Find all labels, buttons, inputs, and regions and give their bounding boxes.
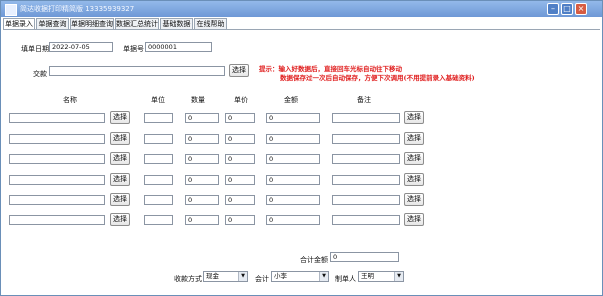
row-6-note-field[interactable]	[332, 215, 400, 225]
date-field[interactable]: 2022-07-05	[49, 42, 113, 52]
row-1-amount-field[interactable]: 0	[266, 113, 320, 123]
minimize-icon[interactable]: –	[547, 3, 559, 15]
row-5-amount-field[interactable]: 0	[266, 195, 320, 205]
doc-no-label: 单据号	[123, 45, 144, 53]
row-3-note-select-button[interactable]: 选择	[404, 152, 424, 165]
header-note: 备注	[357, 96, 371, 104]
row-1-unit-field[interactable]	[144, 113, 173, 123]
tab-divider	[3, 29, 600, 30]
row-2-name-field[interactable]	[9, 134, 105, 144]
row-4-note-field[interactable]	[332, 175, 400, 185]
row-2-amount-field[interactable]: 0	[266, 134, 320, 144]
row-1-note-select-button[interactable]: 选择	[404, 111, 424, 124]
accountant-label: 会计	[255, 275, 269, 283]
row-2-name-select-button[interactable]: 选择	[110, 132, 130, 145]
tab-query[interactable]: 单据查询	[36, 18, 69, 29]
row-5-name-select-button[interactable]: 选择	[110, 193, 130, 206]
tip-line-2: 数据保存过一次后自动保存，方便下次调用(不用提前录入基础资料)	[280, 74, 475, 82]
header-unit: 单位	[151, 96, 165, 104]
pay-method-select[interactable]: 现金 ▼	[203, 271, 248, 282]
row-6-qty-field[interactable]: 0	[185, 215, 219, 225]
tab-detail-query[interactable]: 单据明细查询	[70, 18, 114, 29]
row-2-unit-field[interactable]	[144, 134, 173, 144]
row-4-amount-field[interactable]: 0	[266, 175, 320, 185]
row-6-unit-field[interactable]	[144, 215, 173, 225]
row-6-name-select-button[interactable]: 选择	[110, 213, 130, 226]
row-6-name-field[interactable]	[9, 215, 105, 225]
window-title: 简达收据打印精简版 13335939327	[20, 5, 135, 13]
row-5-unit-field[interactable]	[144, 195, 173, 205]
row-3-price-field[interactable]: 0	[225, 154, 255, 164]
accountant-select[interactable]: 小李 ▼	[271, 271, 329, 282]
payer-label: 交款	[33, 70, 47, 78]
close-icon[interactable]: ×	[575, 3, 587, 15]
chevron-down-icon: ▼	[238, 272, 247, 281]
row-1-price-field[interactable]: 0	[225, 113, 255, 123]
row-3-name-select-button[interactable]: 选择	[110, 152, 130, 165]
row-6-price-field[interactable]: 0	[225, 215, 255, 225]
header-price: 单价	[234, 96, 248, 104]
row-4-price-field[interactable]: 0	[225, 175, 255, 185]
chevron-down-icon: ▼	[394, 272, 403, 281]
row-4-name-field[interactable]	[9, 175, 105, 185]
payer-field[interactable]	[49, 66, 225, 76]
total-amount-field[interactable]: 0	[330, 252, 399, 262]
row-1-note-field[interactable]	[332, 113, 400, 123]
row-1-qty-field[interactable]: 0	[185, 113, 219, 123]
row-4-unit-field[interactable]	[144, 175, 173, 185]
row-2-qty-field[interactable]: 0	[185, 134, 219, 144]
row-3-amount-field[interactable]: 0	[266, 154, 320, 164]
doc-no-field[interactable]: 0000001	[145, 42, 212, 52]
maker-select[interactable]: 王明 ▼	[358, 271, 404, 282]
pay-method-label: 收款方式	[174, 275, 202, 283]
row-1-name-select-button[interactable]: 选择	[110, 111, 130, 124]
row-4-name-select-button[interactable]: 选择	[110, 173, 130, 186]
row-5-qty-field[interactable]: 0	[185, 195, 219, 205]
row-2-note-select-button[interactable]: 选择	[404, 132, 424, 145]
row-3-name-field[interactable]	[9, 154, 105, 164]
row-1-name-field[interactable]	[9, 113, 105, 123]
row-5-price-field[interactable]: 0	[225, 195, 255, 205]
total-label: 合计金额	[300, 256, 328, 264]
row-6-amount-field[interactable]: 0	[266, 215, 320, 225]
row-5-note-select-button[interactable]: 选择	[404, 193, 424, 206]
maker-value: 王明	[361, 272, 374, 280]
row-2-price-field[interactable]: 0	[225, 134, 255, 144]
maximize-icon[interactable]: □	[561, 3, 573, 15]
title-bar: 简达收据打印精简版 13335939327 – □ ×	[1, 1, 602, 17]
row-5-name-field[interactable]	[9, 195, 105, 205]
row-4-qty-field[interactable]: 0	[185, 175, 219, 185]
header-qty: 数量	[191, 96, 205, 104]
payer-select-button[interactable]: 选择	[229, 64, 249, 77]
date-label: 填单日期	[21, 45, 49, 53]
accountant-value: 小李	[274, 272, 287, 280]
tab-basic-data[interactable]: 基础数据	[160, 18, 193, 29]
tab-summary[interactable]: 数据汇总统计	[115, 18, 159, 29]
maker-label: 制单人	[335, 275, 356, 283]
row-6-note-select-button[interactable]: 选择	[404, 213, 424, 226]
row-3-note-field[interactable]	[332, 154, 400, 164]
row-3-qty-field[interactable]: 0	[185, 154, 219, 164]
row-2-note-field[interactable]	[332, 134, 400, 144]
pay-method-value: 现金	[206, 272, 219, 280]
tab-help[interactable]: 在线帮助	[194, 18, 227, 29]
header-name: 名称	[63, 96, 77, 104]
row-5-note-field[interactable]	[332, 195, 400, 205]
row-3-unit-field[interactable]	[144, 154, 173, 164]
header-amount: 金额	[284, 96, 298, 104]
app-window: 简达收据打印精简版 13335939327 – □ × 单据录入 单据查询 单据…	[0, 0, 603, 296]
app-icon	[5, 4, 17, 16]
chevron-down-icon: ▼	[319, 272, 328, 281]
row-4-note-select-button[interactable]: 选择	[404, 173, 424, 186]
